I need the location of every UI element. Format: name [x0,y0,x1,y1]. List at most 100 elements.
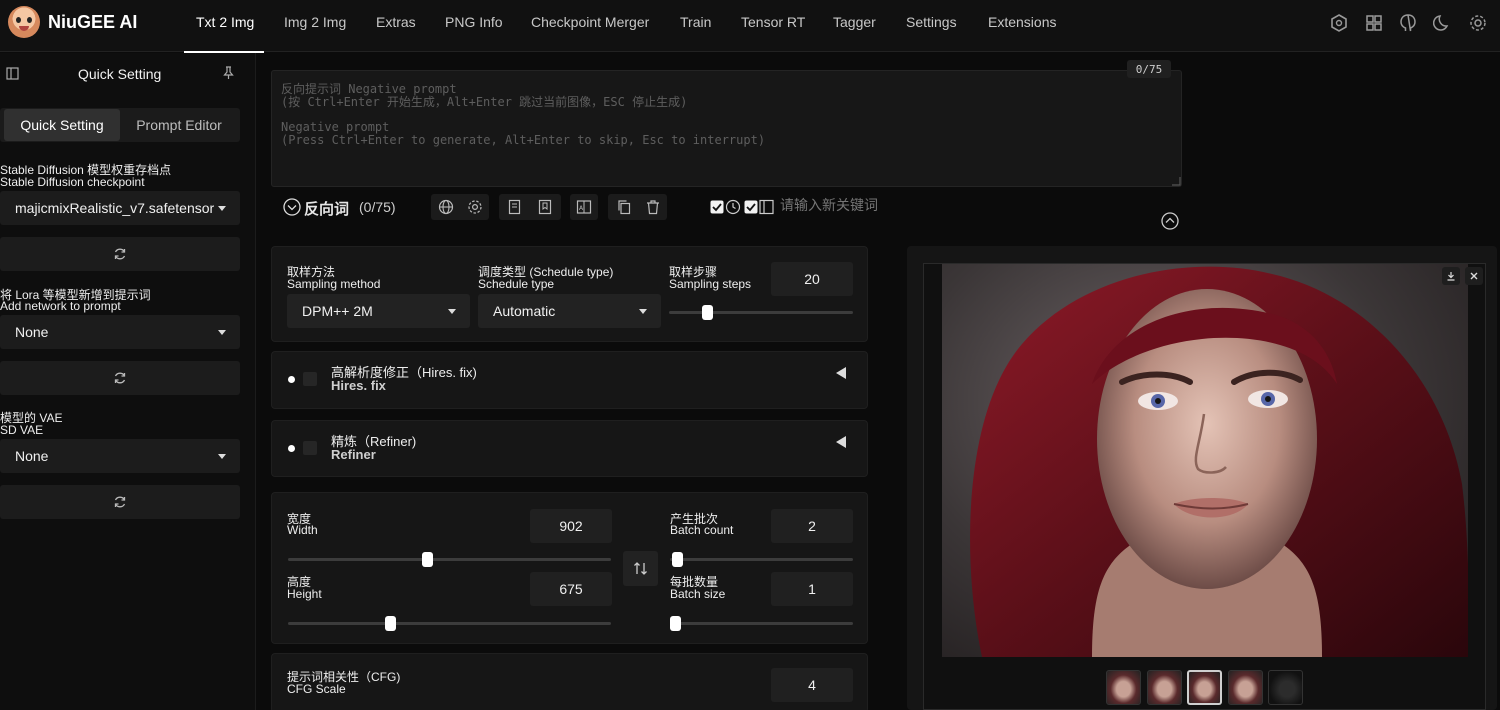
refiner-checkbox[interactable] [303,441,317,455]
resize-handle-icon[interactable] [1171,176,1181,186]
batch-count-label-en: Batch count [670,523,734,537]
placeholder-line: (Press Ctrl+Enter to generate, Alt+Enter… [281,132,766,147]
tab-tensor-rt[interactable]: Tensor RT [741,14,805,30]
tab-extras[interactable]: Extras [376,14,416,30]
sampling-steps-label-en: Sampling steps [669,277,752,291]
settings-icon[interactable] [467,199,483,215]
gallery-thumbnail[interactable] [1228,670,1263,705]
document-list-icon[interactable] [507,199,523,215]
translate-icon[interactable]: A [576,199,592,215]
generated-image[interactable] [942,264,1468,657]
sampling-steps-slider-thumb[interactable] [701,305,713,320]
sampling-method-select[interactable]: DPM++ 2M [287,294,470,328]
moon-icon[interactable] [1433,13,1453,33]
schedule-type-value: Automatic [493,303,556,319]
chevron-down-icon [639,309,647,314]
segment-quick-setting[interactable]: Quick Setting [4,109,120,141]
quick-setting-sidebar: Quick Setting Quick Setting Prompt Edito… [0,53,256,710]
cfg-scale-input[interactable]: 4 [771,668,853,702]
globe-icon[interactable] [438,199,454,215]
hires-fix-title-en: Hires. fix [331,378,386,393]
batch-count-slider-track[interactable] [670,558,853,561]
refiner-title-en: Refiner [331,447,376,462]
vae-label-en: SD VAE [0,423,44,437]
pin-icon[interactable] [222,66,235,80]
collapse-arrow-icon[interactable] [836,436,846,448]
width-input[interactable]: 902 [530,509,612,543]
chevron-up-circle-icon[interactable] [1161,212,1179,230]
gallery-thumbnail[interactable] [1106,670,1141,705]
close-image-button[interactable] [1465,267,1483,285]
keyword-input[interactable] [780,195,1180,215]
placeholder-line: 反向提示词 Negative prompt [281,82,457,96]
refresh-icon [114,372,126,384]
tab-settings[interactable]: Settings [906,14,957,30]
checkpoint-select[interactable]: majicmixRealistic_v7.safetensor [0,191,240,225]
portrait-illustration [970,266,1468,657]
network-label-en: Add network to prompt [0,299,121,313]
width-slider-track[interactable] [288,558,611,561]
swap-icon [634,562,647,575]
checkpoint-refresh-button[interactable] [0,237,240,271]
checkbox-checked-icon[interactable] [710,200,724,214]
swap-dimensions-button[interactable] [623,551,658,586]
icon-button-group [431,194,489,220]
collapse-arrow-icon[interactable] [836,367,846,379]
tab-img2img[interactable]: Img 2 Img [284,14,346,30]
height-slider-track[interactable] [288,622,611,625]
batch-size-slider-thumb[interactable] [670,616,681,631]
batch-count-input[interactable]: 2 [771,509,853,543]
sampling-steps-slider-track[interactable] [669,311,853,314]
height-slider-thumb[interactable] [384,616,396,631]
negative-prompt-textarea[interactable]: 反向提示词 Negative prompt (按 Ctrl+Enter 开始生成… [271,70,1182,187]
checkpoint-value: majicmixRealistic_v7.safetensor [15,200,215,216]
batch-size-input[interactable]: 1 [771,572,853,606]
grid-icon[interactable] [1364,13,1384,33]
hires-fix-checkbox[interactable] [303,372,317,386]
schedule-type-select[interactable]: Automatic [478,294,661,328]
checkpoint-label-en: Stable Diffusion checkpoint [0,175,145,189]
token-counter: 0/75 [1127,60,1171,78]
negative-label: 反向词 [304,201,350,218]
batch-size-label-en: Batch size [670,587,726,601]
batch-size-slider-track[interactable] [670,622,853,625]
height-input[interactable]: 675 [530,572,612,606]
network-refresh-button[interactable] [0,361,240,395]
download-image-button[interactable] [1442,267,1460,285]
gallery-thumbnail[interactable] [1268,670,1303,705]
tab-extensions[interactable]: Extensions [988,14,1056,30]
cfg-label-en: CFG Scale [287,682,346,696]
segment-prompt-editor[interactable]: Prompt Editor [120,109,238,141]
icon-button-group [608,194,667,220]
tab-png-info[interactable]: PNG Info [445,14,503,30]
tab-train[interactable]: Train [680,14,711,30]
tab-tagger[interactable]: Tagger [833,14,876,30]
vae-select[interactable]: None [0,439,240,473]
hexagon-icon[interactable] [1329,13,1349,33]
bookmark-icon[interactable] [537,199,553,215]
chevron-down-circle-icon[interactable] [283,198,301,216]
trash-icon[interactable] [645,199,661,215]
icon-button: A [570,194,598,220]
network-select[interactable]: None [0,315,240,349]
sampling-steps-input[interactable]: 20 [771,262,853,296]
copy-icon[interactable] [616,199,632,215]
download-icon [1447,272,1455,281]
vae-refresh-button[interactable] [0,485,240,519]
history-icon[interactable] [725,199,741,215]
chevron-down-icon [218,206,226,211]
tab-txt2img[interactable]: Txt 2 Img [196,14,254,30]
vae-value: None [15,448,49,464]
panel-icon[interactable] [759,199,774,215]
gallery-thumbnail[interactable] [1147,670,1182,705]
gear-icon[interactable] [1468,13,1488,33]
logo-icon [8,6,40,38]
width-slider-thumb[interactable] [422,552,434,567]
checkbox-checked-icon[interactable] [744,200,758,214]
sidebar-toggle-icon[interactable] [6,67,19,80]
tab-checkpoint-merger[interactable]: Checkpoint Merger [531,14,649,30]
batch-count-slider-thumb[interactable] [671,552,683,567]
status-dot [288,445,295,452]
gallery-thumbnail[interactable] [1187,670,1222,705]
github-icon[interactable] [1398,13,1418,33]
